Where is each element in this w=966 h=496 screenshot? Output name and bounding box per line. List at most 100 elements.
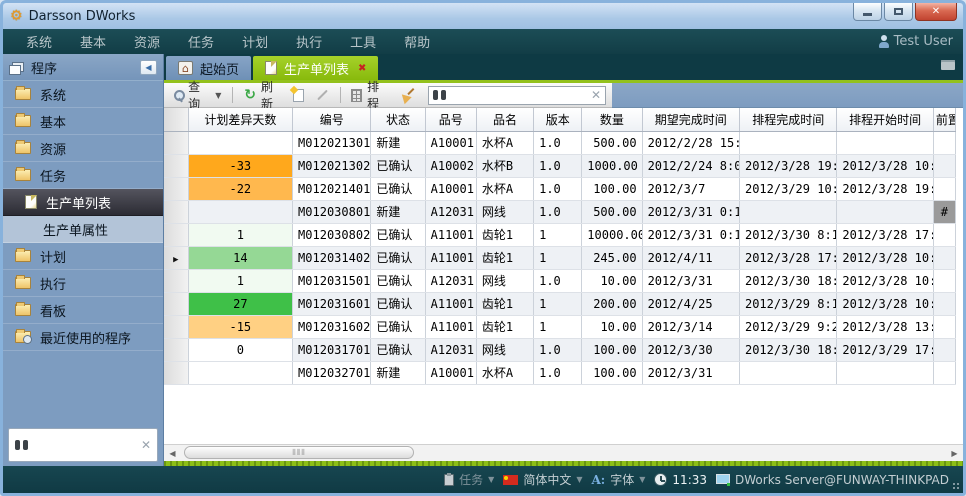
cell-expect[interactable]: 2012/3/31 xyxy=(642,269,739,292)
menu-item[interactable]: 帮助 xyxy=(391,29,443,54)
column-header[interactable]: 计划差异天数 xyxy=(188,108,292,131)
cell-version[interactable]: 1.0 xyxy=(534,269,582,292)
cell-expect[interactable]: 2012/3/7 xyxy=(642,177,739,200)
sidebar-collapse-button[interactable]: ◀ xyxy=(140,60,157,75)
sidebar-item[interactable]: 生产单属性 xyxy=(3,216,163,243)
cell-status[interactable]: 已确认 xyxy=(371,223,425,246)
menu-item[interactable]: 资源 xyxy=(121,29,173,54)
sidebar-item[interactable]: 最近使用的程序 xyxy=(3,324,163,351)
cell-diff[interactable]: 27 xyxy=(188,292,292,315)
cell-version[interactable]: 1.0 xyxy=(534,154,582,177)
cell-sched_start[interactable]: 2012/3/29 17:46 xyxy=(837,338,933,361)
cell-item_name[interactable]: 齿轮1 xyxy=(476,246,533,269)
cell-code[interactable]: M012031501 xyxy=(293,269,371,292)
tab-start-page[interactable]: ⌂ 起始页 xyxy=(166,56,251,80)
column-header[interactable]: 品号 xyxy=(425,108,476,131)
cell-item_no[interactable]: A11001 xyxy=(425,223,476,246)
column-header[interactable]: 期望完成时间 xyxy=(642,108,739,131)
cell-sched_end[interactable] xyxy=(739,131,836,154)
sidebar-search-clear-icon[interactable]: ✕ xyxy=(141,439,151,451)
cell-sched_start[interactable] xyxy=(837,361,933,384)
toolbar-search-input[interactable] xyxy=(452,88,591,102)
table-row[interactable]: 27M012031601已确认A11001齿轮11200.002012/4/25… xyxy=(164,292,956,315)
cell-sched_end[interactable]: 2012/3/30 8:15 xyxy=(739,223,836,246)
cell-diff[interactable] xyxy=(188,200,292,223)
query-dropdown-caret-icon[interactable]: ▼ xyxy=(215,91,221,100)
cell-expect[interactable]: 2012/3/31 xyxy=(642,361,739,384)
cell-diff[interactable]: -33 xyxy=(188,154,292,177)
row-selector[interactable] xyxy=(164,177,188,200)
horizontal-scrollbar[interactable]: ◀ ⦀⦀⦀ ▶ xyxy=(164,444,963,461)
cell-sched_end[interactable]: 2012/3/30 18:00 xyxy=(739,269,836,292)
menu-item[interactable]: 执行 xyxy=(283,29,335,54)
cell-sched_end[interactable]: 2012/3/30 18:00 xyxy=(739,338,836,361)
cell-sched_end[interactable]: 2012/3/28 19:10 xyxy=(739,154,836,177)
menu-item[interactable]: 任务 xyxy=(175,29,227,54)
cell-qty[interactable]: 1000.00 xyxy=(582,154,642,177)
close-button[interactable]: ✕ xyxy=(915,3,957,21)
cell-qty[interactable]: 10000.00 xyxy=(582,223,642,246)
cell-item_no[interactable]: A10002 xyxy=(425,154,476,177)
cell-sched_start[interactable] xyxy=(837,200,933,223)
cell-diff[interactable]: 14 xyxy=(188,246,292,269)
row-selector[interactable] xyxy=(164,292,188,315)
row-selector[interactable] xyxy=(164,223,188,246)
cell-item_name[interactable]: 齿轮1 xyxy=(476,223,533,246)
resize-grip[interactable] xyxy=(952,482,960,490)
cell-status[interactable]: 已确认 xyxy=(371,177,425,200)
cell-item_name[interactable]: 水杯B xyxy=(476,154,533,177)
cell-item_no[interactable]: A11001 xyxy=(425,315,476,338)
cell-item_name[interactable]: 网线 xyxy=(476,200,533,223)
cell-version[interactable]: 1 xyxy=(534,246,582,269)
task-dropdown[interactable]: 任务 ▼ xyxy=(444,471,494,488)
cell-expect[interactable]: 2012/2/24 8:00 xyxy=(642,154,739,177)
table-row[interactable]: M012032701新建A10001水杯A1.0100.002012/3/31 xyxy=(164,361,956,384)
cell-code[interactable]: M012031701 xyxy=(293,338,371,361)
sidebar-item[interactable]: 系统 xyxy=(3,81,163,108)
cell-qty[interactable]: 100.00 xyxy=(582,361,642,384)
table-row[interactable]: M012021301新建A10001水杯A1.0500.002012/2/28 … xyxy=(164,131,956,154)
cell-expect[interactable]: 2012/3/30 xyxy=(642,338,739,361)
cell-sched_start[interactable]: 2012/3/28 13:40 xyxy=(837,315,933,338)
sidebar-item[interactable]: 执行 xyxy=(3,270,163,297)
row-selector[interactable] xyxy=(164,315,188,338)
column-header-partial[interactable]: 前置 xyxy=(933,108,955,131)
cell-diff[interactable] xyxy=(188,131,292,154)
cell-version[interactable]: 1.0 xyxy=(534,177,582,200)
cell-code[interactable]: M012031402 xyxy=(293,246,371,269)
cell-sched_start[interactable]: 2012/3/28 10:52 xyxy=(837,246,933,269)
cell-item_name[interactable]: 网线 xyxy=(476,269,533,292)
menu-item[interactable]: 基本 xyxy=(67,29,119,54)
cell-sched_end[interactable]: 2012/3/29 8:15 xyxy=(739,292,836,315)
cell-code[interactable]: M012021401 xyxy=(293,177,371,200)
row-selector[interactable] xyxy=(164,200,188,223)
cell-item_name[interactable]: 水杯A xyxy=(476,177,533,200)
cell-diff[interactable]: 0 xyxy=(188,338,292,361)
cell-status[interactable]: 新建 xyxy=(371,200,425,223)
column-header[interactable]: 排程完成时间 xyxy=(739,108,836,131)
cell-version[interactable]: 1.0 xyxy=(534,200,582,223)
cell-version[interactable]: 1.0 xyxy=(534,338,582,361)
cell-status[interactable]: 新建 xyxy=(371,131,425,154)
menu-item[interactable]: 系统 xyxy=(13,29,65,54)
scrollbar-thumb[interactable]: ⦀⦀⦀ xyxy=(184,446,414,459)
cell-code[interactable]: M012030801 xyxy=(293,200,371,223)
cell-status[interactable]: 已确认 xyxy=(371,338,425,361)
maximize-button[interactable] xyxy=(884,3,913,21)
cell-expect[interactable]: 2012/3/31 0:10 xyxy=(642,200,739,223)
scroll-right-icon[interactable]: ▶ xyxy=(946,445,963,461)
cell-version[interactable]: 1.0 xyxy=(534,361,582,384)
row-selector[interactable] xyxy=(164,361,188,384)
cell-status[interactable]: 已确认 xyxy=(371,269,425,292)
cell-version[interactable]: 1 xyxy=(534,292,582,315)
cell-sched_start[interactable]: 2012/3/28 10:52 xyxy=(837,154,933,177)
cell-qty[interactable]: 245.00 xyxy=(582,246,642,269)
cell-diff[interactable]: -15 xyxy=(188,315,292,338)
minimize-button[interactable] xyxy=(853,3,882,21)
cell-sched_start[interactable]: 2012/3/28 19:10 xyxy=(837,177,933,200)
sidebar-item[interactable]: 生产单列表 xyxy=(3,189,163,216)
row-selector[interactable]: ▶ xyxy=(164,246,188,269)
font-dropdown[interactable]: A: 字体 ▼ xyxy=(592,471,646,488)
cell-status[interactable]: 新建 xyxy=(371,361,425,384)
cell-expect[interactable]: 2012/3/31 0:17 xyxy=(642,223,739,246)
